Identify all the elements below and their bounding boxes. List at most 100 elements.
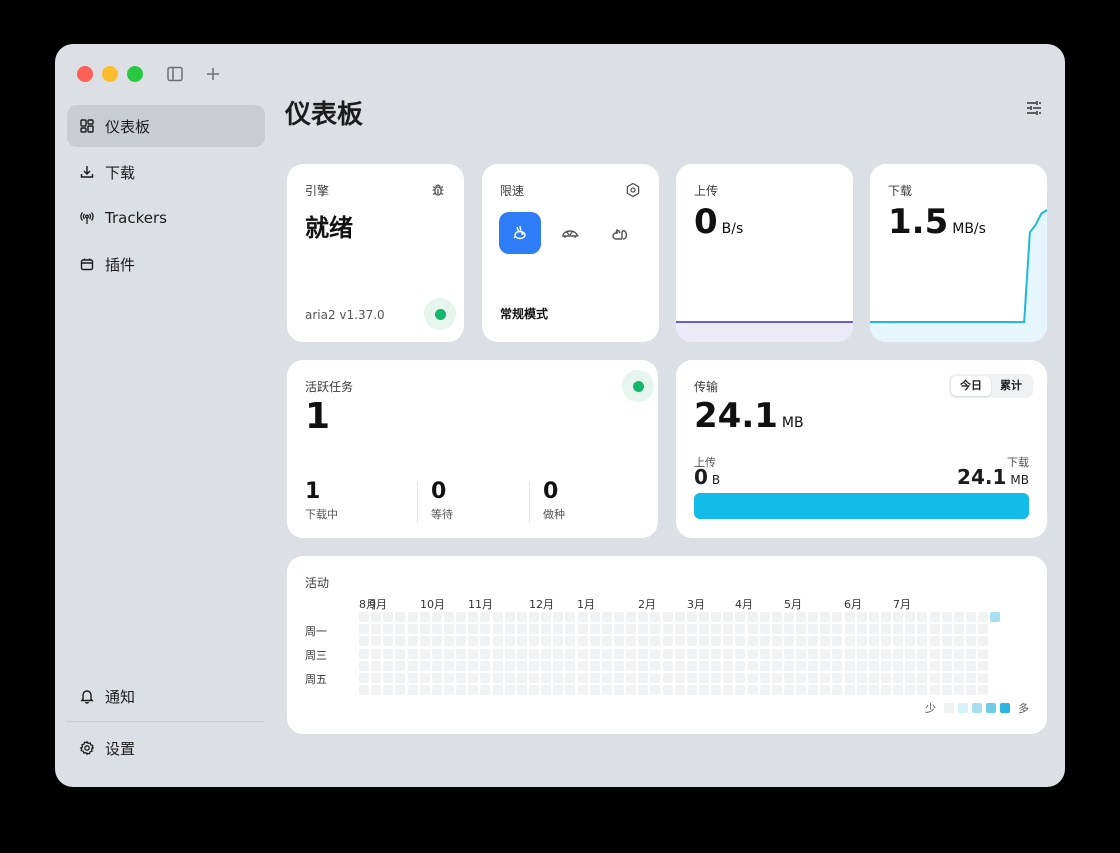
heatmap-cell[interactable]	[577, 685, 588, 696]
heatmap-cell[interactable]	[407, 636, 418, 647]
heatmap-cell[interactable]	[371, 648, 382, 659]
heatmap-cell[interactable]	[723, 660, 734, 671]
heatmap-cell[interactable]	[711, 673, 722, 683]
heatmap-cell[interactable]	[565, 673, 576, 683]
heatmap-cell[interactable]	[577, 612, 588, 622]
heatmap-cell[interactable]	[492, 648, 503, 659]
heatmap-cell[interactable]	[796, 648, 807, 659]
heatmap-cell[interactable]	[650, 648, 661, 659]
heatmap-cell[interactable]	[468, 612, 479, 622]
heatmap-cell[interactable]	[966, 685, 977, 696]
heatmap-cell[interactable]	[917, 660, 928, 671]
heatmap-cell[interactable]	[820, 673, 831, 683]
heatmap-cell[interactable]	[541, 612, 552, 622]
heatmap-cell[interactable]	[577, 673, 588, 683]
heatmap-cell[interactable]	[431, 660, 442, 671]
bug-icon[interactable]	[430, 182, 446, 198]
heatmap-cell[interactable]	[723, 612, 734, 622]
heatmap-cell[interactable]	[796, 673, 807, 683]
heatmap-cell[interactable]	[565, 636, 576, 647]
heatmap-cell[interactable]	[881, 673, 892, 683]
heatmap-cell[interactable]	[601, 673, 612, 683]
heatmap-cell[interactable]	[456, 612, 467, 622]
heatmap-cell[interactable]	[929, 612, 940, 622]
heatmap-cell[interactable]	[565, 648, 576, 659]
heatmap-cell[interactable]	[893, 612, 904, 622]
heatmap-cell[interactable]	[383, 660, 394, 671]
heatmap-cell[interactable]	[747, 660, 758, 671]
heatmap-cell[interactable]	[941, 648, 952, 659]
heatmap-cell[interactable]	[468, 685, 479, 696]
heatmap-cell[interactable]	[674, 612, 685, 622]
heatmap-cell[interactable]	[868, 612, 879, 622]
heatmap-cell[interactable]	[516, 648, 527, 659]
heatmap-cell[interactable]	[662, 636, 673, 647]
heatmap-cell[interactable]	[868, 648, 879, 659]
heatmap-cell[interactable]	[395, 636, 406, 647]
heatmap-cell[interactable]	[953, 636, 964, 647]
heatmap-cell[interactable]	[359, 648, 369, 659]
heatmap-cell[interactable]	[735, 624, 746, 635]
heatmap-cell[interactable]	[893, 673, 904, 683]
heatmap-cell[interactable]	[407, 673, 418, 683]
heatmap-cell[interactable]	[759, 636, 770, 647]
heatmap-cell[interactable]	[735, 685, 746, 696]
heatmap-cell[interactable]	[516, 612, 527, 622]
sidebar-item-notifications[interactable]: 通知	[67, 675, 265, 717]
heatmap-cell[interactable]	[820, 636, 831, 647]
heatmap-cell[interactable]	[577, 624, 588, 635]
heatmap-cell[interactable]	[941, 612, 952, 622]
sidebar-item-plugins[interactable]: 插件	[67, 243, 265, 285]
heatmap-cell[interactable]	[759, 660, 770, 671]
heatmap-cell[interactable]	[723, 673, 734, 683]
heatmap-cell[interactable]	[686, 673, 697, 683]
heatmap-cell[interactable]	[783, 636, 794, 647]
heatmap-cell[interactable]	[443, 660, 454, 671]
heatmap-cell[interactable]	[820, 624, 831, 635]
heatmap-cell[interactable]	[565, 660, 576, 671]
heatmap-cell[interactable]	[966, 636, 977, 647]
heatmap-cell[interactable]	[735, 636, 746, 647]
heatmap-cell[interactable]	[868, 673, 879, 683]
heatmap-cell[interactable]	[698, 685, 709, 696]
heatmap-cell[interactable]	[929, 636, 940, 647]
heatmap-cell[interactable]	[917, 624, 928, 635]
heatmap-cell[interactable]	[626, 612, 637, 622]
heatmap-cell[interactable]	[516, 624, 527, 635]
heatmap-cell[interactable]	[674, 660, 685, 671]
heatmap-cell[interactable]	[747, 648, 758, 659]
heatmap-cell[interactable]	[383, 673, 394, 683]
heatmap-cell[interactable]	[480, 624, 491, 635]
heatmap-cell[interactable]	[978, 612, 989, 622]
heatmap-cell[interactable]	[941, 624, 952, 635]
heatmap-cell[interactable]	[796, 660, 807, 671]
heatmap-cell[interactable]	[759, 612, 770, 622]
heatmap-cell[interactable]	[528, 673, 539, 683]
heatmap-cell[interactable]	[431, 648, 442, 659]
heatmap-cell[interactable]	[504, 685, 515, 696]
heatmap-cell[interactable]	[601, 660, 612, 671]
heatmap-cell[interactable]	[662, 624, 673, 635]
heatmap-cell[interactable]	[541, 648, 552, 659]
heatmap-cell[interactable]	[492, 624, 503, 635]
heatmap-cell[interactable]	[953, 624, 964, 635]
heatmap-cell[interactable]	[978, 636, 989, 647]
heatmap-cell[interactable]	[832, 612, 843, 622]
heatmap-cell[interactable]	[929, 648, 940, 659]
heatmap-cell[interactable]	[844, 624, 855, 635]
heatmap-cell[interactable]	[796, 636, 807, 647]
heatmap-cell[interactable]	[541, 636, 552, 647]
heatmap-cell[interactable]	[626, 648, 637, 659]
sidebar-item-dashboard[interactable]: 仪表板	[67, 105, 265, 147]
heatmap-cell[interactable]	[431, 636, 442, 647]
heatmap-cell[interactable]	[565, 624, 576, 635]
heatmap-cell[interactable]	[504, 673, 515, 683]
heatmap-cell[interactable]	[359, 624, 369, 635]
heatmap-cell[interactable]	[395, 624, 406, 635]
heatmap-cell[interactable]	[711, 612, 722, 622]
heatmap-cell[interactable]	[395, 685, 406, 696]
sliders-icon[interactable]	[1024, 98, 1044, 118]
heatmap-cell[interactable]	[747, 612, 758, 622]
heatmap-cell[interactable]	[686, 636, 697, 647]
heatmap-cell[interactable]	[917, 612, 928, 622]
